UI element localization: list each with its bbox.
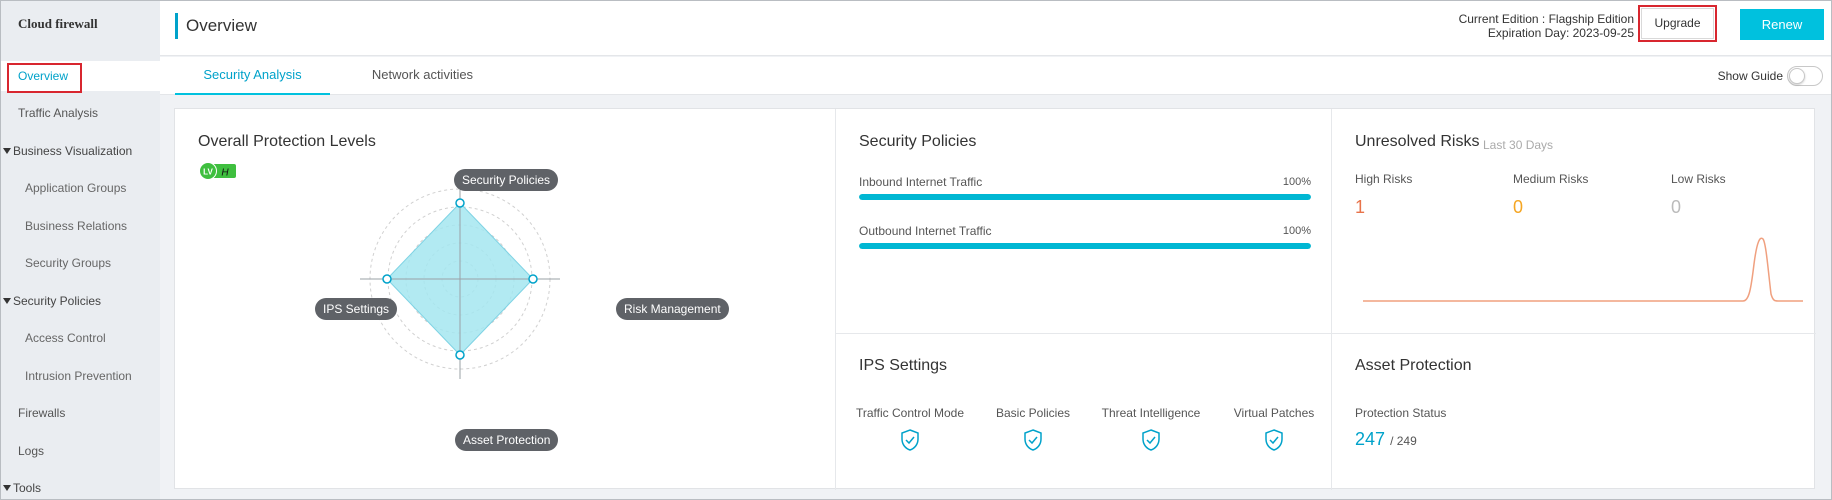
- toggle-knob: [1789, 68, 1805, 84]
- sidebar-item-label: Security Groups: [25, 256, 112, 270]
- sidebar-item-security-groups[interactable]: Security Groups: [1, 248, 160, 278]
- security-policies-title: Security Policies: [859, 133, 977, 150]
- caret-down-icon: [3, 148, 11, 154]
- shield-check-icon: [1265, 429, 1283, 451]
- radar-label-risk-management: Risk Management: [616, 298, 729, 320]
- outbound-progress-bar: [859, 243, 1311, 249]
- sidebar-group-security-policies[interactable]: Security Policies: [1, 286, 160, 316]
- sidebar-item-label: Security Policies: [13, 294, 102, 308]
- tab-security-analysis[interactable]: Security Analysis: [175, 57, 330, 95]
- page-title: Overview: [186, 16, 257, 35]
- sidebar-item-label: Tools: [13, 481, 42, 495]
- ips-item-label: Threat Intelligence: [1101, 406, 1201, 420]
- show-guide-toggle[interactable]: [1787, 66, 1823, 86]
- show-guide-label: Show Guide: [1717, 69, 1783, 83]
- protected-count: 247: [1355, 429, 1386, 449]
- low-risks-value[interactable]: 0: [1671, 197, 1681, 218]
- tab-bar: Security Analysis Network activities Sho…: [160, 57, 1831, 95]
- renew-button[interactable]: Renew: [1740, 9, 1824, 40]
- inbound-label: Inbound Internet Traffic: [859, 175, 983, 189]
- sidebar-item-traffic-analysis[interactable]: Traffic Analysis: [1, 98, 160, 128]
- risk-trend-sparkline: [1363, 237, 1803, 302]
- dashboard-panel: Overall Protection Levels LV H Security …: [174, 108, 1816, 490]
- risks-title: Unresolved Risks: [1355, 133, 1480, 150]
- protection-status-label: Protection Status: [1355, 406, 1447, 420]
- svg-text:LV: LV: [203, 168, 213, 177]
- shield-check-icon: [1024, 429, 1042, 451]
- ips-item-label: Traffic Control Mode: [855, 406, 965, 420]
- title-accent-bar: [175, 13, 178, 39]
- radar-label-ips-settings: IPS Settings: [315, 298, 398, 320]
- ips-item-traffic-control-mode[interactable]: Traffic Control Mode: [850, 406, 970, 452]
- divider: [835, 109, 836, 490]
- medium-risks-value[interactable]: 0: [1513, 197, 1523, 218]
- inbound-progress-fill: [859, 194, 1311, 200]
- ips-item-label: Basic Policies: [995, 406, 1071, 420]
- sidebar-item-overview[interactable]: Overview: [1, 61, 160, 93]
- brand-title: Cloud firewall: [18, 16, 98, 31]
- page-header: Overview Current Edition : Flagship Edit…: [160, 1, 1831, 56]
- sidebar-group-tools[interactable]: Tools: [1, 473, 160, 499]
- total-count: / 249: [1390, 434, 1417, 448]
- sidebar-item-firewalls[interactable]: Firewalls: [1, 398, 160, 428]
- sidebar-item-label: Firewalls: [18, 406, 66, 420]
- ips-item-label: Virtual Patches: [1233, 406, 1315, 420]
- risks-period: Last 30 Days: [1483, 138, 1554, 152]
- edition-info: Current Edition : Flagship Edition Expir…: [1459, 12, 1634, 40]
- outbound-progress-fill: [859, 243, 1311, 249]
- radar-label-asset-protection: Asset Protection: [455, 429, 559, 451]
- sidebar-item-business-relations[interactable]: Business Relations: [1, 211, 160, 241]
- level-badge-icon: LV H: [199, 162, 236, 180]
- sidebar-item-application-groups[interactable]: Application Groups: [1, 173, 160, 203]
- sidebar: Cloud firewall Overview Traffic Analysis…: [1, 1, 160, 499]
- caret-down-icon: [3, 298, 11, 304]
- current-edition: Current Edition : Flagship Edition: [1458, 12, 1634, 26]
- shield-check-icon: [901, 429, 919, 451]
- divider: [835, 333, 1816, 334]
- svg-text:H: H: [221, 168, 229, 179]
- caret-down-icon: [3, 485, 11, 491]
- outbound-label: Outbound Internet Traffic: [859, 224, 992, 238]
- asset-title: Asset Protection: [1355, 357, 1472, 374]
- expiration-day: Expiration Day: 2023-09-25: [1487, 26, 1634, 40]
- sidebar-group-business-visualization[interactable]: Business Visualization: [1, 136, 160, 166]
- radar-label-security-policies: Security Policies: [454, 169, 559, 191]
- low-risks-label: Low Risks: [1671, 172, 1726, 186]
- medium-risks-label: Medium Risks: [1513, 172, 1589, 186]
- sidebar-item-access-control[interactable]: Access Control: [1, 323, 160, 353]
- protection-title: Overall Protection Levels: [198, 133, 376, 150]
- sidebar-item-intrusion-prevention[interactable]: Intrusion Prevention: [1, 361, 160, 391]
- sidebar-item-label: Business Relations: [25, 219, 128, 233]
- upgrade-button[interactable]: Upgrade: [1641, 8, 1714, 39]
- sidebar-item-label: Access Control: [25, 331, 106, 345]
- ips-item-basic-policies[interactable]: Basic Policies: [973, 406, 1093, 452]
- inbound-progress-bar: [859, 194, 1311, 200]
- sidebar-item-label: Business Visualization: [13, 144, 133, 158]
- sidebar-item-label: Traffic Analysis: [18, 106, 99, 120]
- sidebar-item-label: Logs: [18, 444, 45, 458]
- ips-item-threat-intelligence[interactable]: Threat Intelligence: [1091, 406, 1211, 452]
- sidebar-item-label: Application Groups: [25, 181, 127, 195]
- ips-item-virtual-patches[interactable]: Virtual Patches: [1214, 406, 1334, 452]
- high-risks-label: High Risks: [1355, 172, 1413, 186]
- high-risks-value[interactable]: 1: [1355, 197, 1365, 218]
- ips-title: IPS Settings: [859, 357, 948, 374]
- protection-status-value[interactable]: 247 / 249: [1355, 429, 1417, 450]
- tab-network-activities[interactable]: Network activities: [345, 57, 500, 95]
- sidebar-item-label: Intrusion Prevention: [25, 369, 132, 383]
- protection-radar-chart: [360, 179, 560, 379]
- sidebar-item-label: Overview: [18, 69, 69, 83]
- outbound-percent: 100%: [1282, 225, 1311, 237]
- sidebar-item-logs[interactable]: Logs: [1, 436, 160, 466]
- inbound-percent: 100%: [1282, 176, 1311, 188]
- shield-check-icon: [1142, 429, 1160, 451]
